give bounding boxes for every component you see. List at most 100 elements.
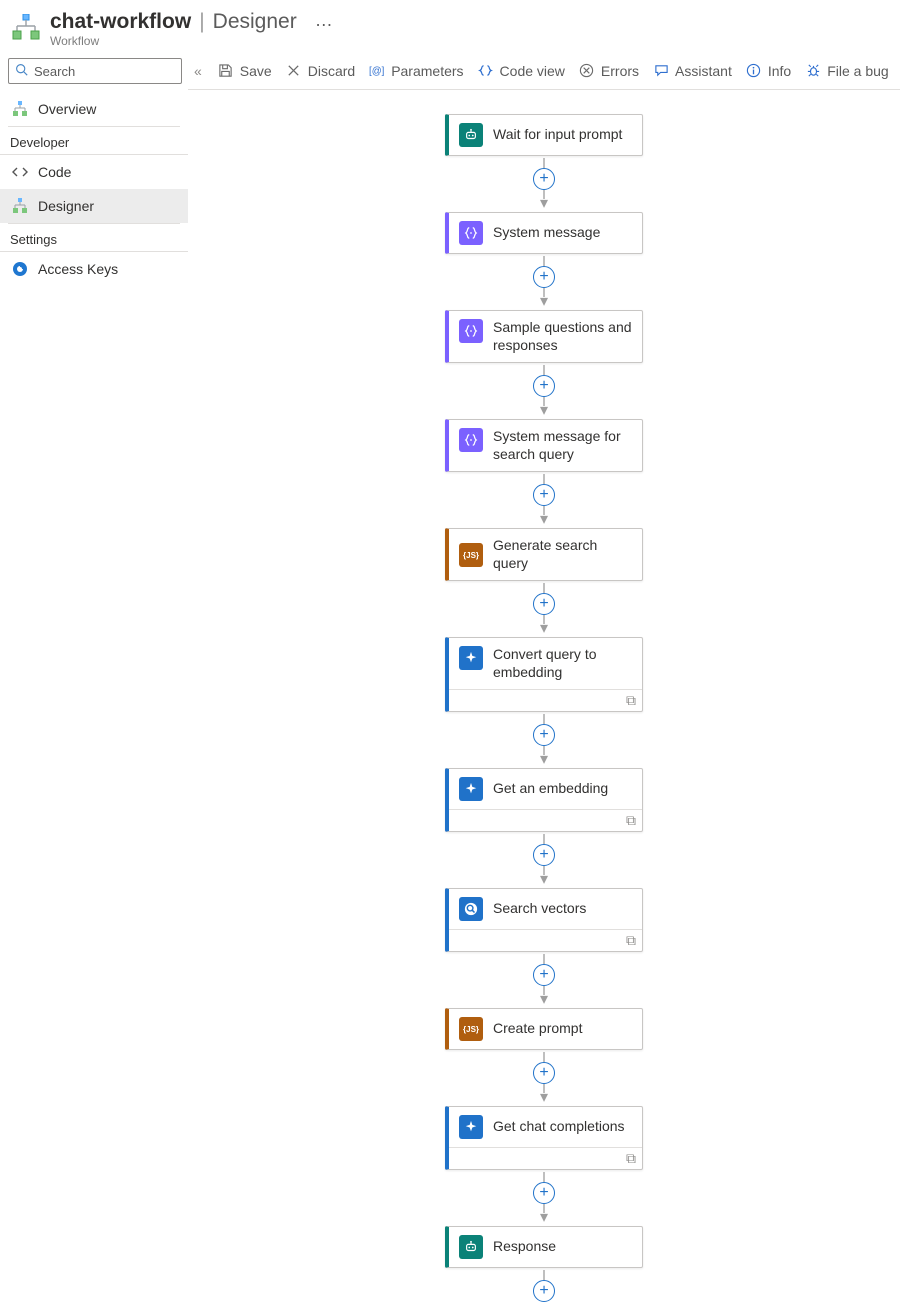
workflow-node[interactable]: Get an embedding ⧉ — [445, 768, 643, 832]
svg-text:{JS}: {JS} — [463, 551, 479, 560]
arrow-down-icon: ▾ — [540, 992, 548, 1008]
node-title: Convert query to embedding — [493, 646, 632, 681]
header-title-group: chat-workflow | Designer … Workflow — [50, 10, 333, 48]
node-icon — [459, 319, 483, 343]
info-label: Info — [768, 63, 791, 79]
add-step-button[interactable]: + — [533, 1062, 555, 1084]
bug-icon — [805, 63, 821, 79]
workflow-mini-icon — [12, 101, 28, 117]
add-step-button[interactable]: + — [533, 1280, 555, 1302]
save-button[interactable]: Save — [218, 63, 272, 79]
link-icon: ⧉ — [626, 812, 636, 829]
workflow-node[interactable]: Search vectors⧉ — [445, 888, 643, 952]
assistant-label: Assistant — [675, 63, 732, 79]
workflow-node[interactable]: {JS} Create prompt — [445, 1008, 643, 1050]
sidebar-item-label: Access Keys — [38, 261, 118, 277]
node-icon — [459, 1115, 483, 1139]
arrow-down-icon: ▾ — [540, 752, 548, 768]
workflow-node[interactable]: System message — [445, 212, 643, 254]
toolbar: « Save Discard [@] Parameters — [188, 52, 900, 90]
connector: +▾ — [533, 363, 555, 419]
search-placeholder: Search — [34, 64, 75, 79]
info-icon — [746, 63, 762, 79]
connector: +▾ — [533, 1050, 555, 1106]
key-icon — [12, 261, 28, 277]
errors-icon — [579, 63, 595, 79]
add-step-button[interactable]: + — [533, 844, 555, 866]
add-step-button[interactable]: + — [533, 266, 555, 288]
node-title: Get an embedding — [493, 780, 608, 798]
collapse-sidebar-button[interactable]: « — [192, 63, 204, 79]
workflow-node[interactable]: {JS}Generate search query — [445, 528, 643, 581]
page-header: chat-workflow | Designer … Workflow — [0, 0, 900, 52]
arrow-down-icon: ▾ — [540, 403, 548, 419]
node-footer: ⧉ — [449, 689, 642, 711]
info-button[interactable]: Info — [746, 63, 791, 79]
node-title: System message for search query — [493, 428, 632, 463]
connector: +▾ — [533, 952, 555, 1008]
add-step-button[interactable]: + — [533, 593, 555, 615]
parameters-button[interactable]: [@] Parameters — [369, 63, 463, 79]
workflow-node[interactable]: Convert query to embedding ⧉ — [445, 637, 643, 712]
node-icon — [459, 123, 483, 147]
connector: + — [533, 1268, 555, 1302]
node-icon — [459, 428, 483, 452]
sidebar-item-label: Code — [38, 164, 71, 180]
search-icon — [15, 63, 28, 79]
sidebar-item-overview[interactable]: Overview — [0, 92, 188, 126]
add-step-button[interactable]: + — [533, 168, 555, 190]
node-title: Create prompt — [493, 1020, 582, 1038]
page-title: chat-workflow — [50, 10, 191, 34]
arrow-down-icon: ▾ — [540, 1090, 548, 1106]
add-step-button[interactable]: + — [533, 484, 555, 506]
svg-text:[@]: [@] — [369, 66, 385, 77]
workflow-node[interactable]: Response — [445, 1226, 643, 1268]
discard-button[interactable]: Discard — [286, 63, 355, 79]
discard-label: Discard — [308, 63, 355, 79]
connector: +▾ — [533, 832, 555, 888]
sidebar: Search Overview Developer Code — [0, 52, 188, 1314]
add-step-button[interactable]: + — [533, 724, 555, 746]
assistant-button[interactable]: Assistant — [653, 63, 732, 79]
node-footer: ⧉ — [449, 809, 642, 831]
title-separator: | — [199, 10, 204, 34]
workflow-node[interactable]: Sample questions and responses — [445, 310, 643, 363]
svg-text:{JS}: {JS} — [463, 1025, 479, 1034]
errors-button[interactable]: Errors — [579, 63, 639, 79]
more-button[interactable]: … — [315, 11, 333, 29]
workflow-node[interactable]: Get chat completions⧉ — [445, 1106, 643, 1170]
designer-canvas[interactable]: Wait for input prompt+▾System message+▾S… — [188, 90, 900, 1314]
add-step-button[interactable]: + — [533, 1182, 555, 1204]
node-icon: {JS} — [459, 543, 483, 567]
sidebar-item-label: Overview — [38, 101, 96, 117]
arrow-down-icon: ▾ — [540, 872, 548, 888]
link-icon: ⧉ — [626, 1150, 636, 1167]
arrow-down-icon: ▾ — [540, 294, 548, 310]
assistant-icon — [653, 63, 669, 79]
sidebar-section-developer: Developer — [0, 127, 188, 155]
parameters-icon: [@] — [369, 63, 385, 79]
sidebar-item-code[interactable]: Code — [0, 155, 188, 189]
search-input[interactable]: Search — [8, 58, 182, 84]
workflow-node[interactable]: System message for search query — [445, 419, 643, 472]
add-step-button[interactable]: + — [533, 964, 555, 986]
errors-label: Errors — [601, 63, 639, 79]
parameters-label: Parameters — [391, 63, 463, 79]
designer-icon — [12, 198, 28, 214]
code-view-button[interactable]: Code view — [478, 63, 565, 79]
sidebar-item-designer[interactable]: Designer — [0, 189, 188, 223]
node-footer: ⧉ — [449, 929, 642, 951]
save-label: Save — [240, 63, 272, 79]
workflow-node[interactable]: Wait for input prompt — [445, 114, 643, 156]
node-icon — [459, 646, 483, 670]
arrow-down-icon: ▾ — [540, 621, 548, 637]
page-subtitle: Workflow — [50, 34, 333, 48]
node-icon — [459, 897, 483, 921]
discard-icon — [286, 63, 302, 79]
sidebar-item-access-keys[interactable]: Access Keys — [0, 252, 188, 286]
connector: +▾ — [533, 156, 555, 212]
file-bug-button[interactable]: File a bug — [805, 63, 888, 79]
node-title: System message — [493, 224, 600, 242]
add-step-button[interactable]: + — [533, 375, 555, 397]
link-icon: ⧉ — [626, 692, 636, 709]
